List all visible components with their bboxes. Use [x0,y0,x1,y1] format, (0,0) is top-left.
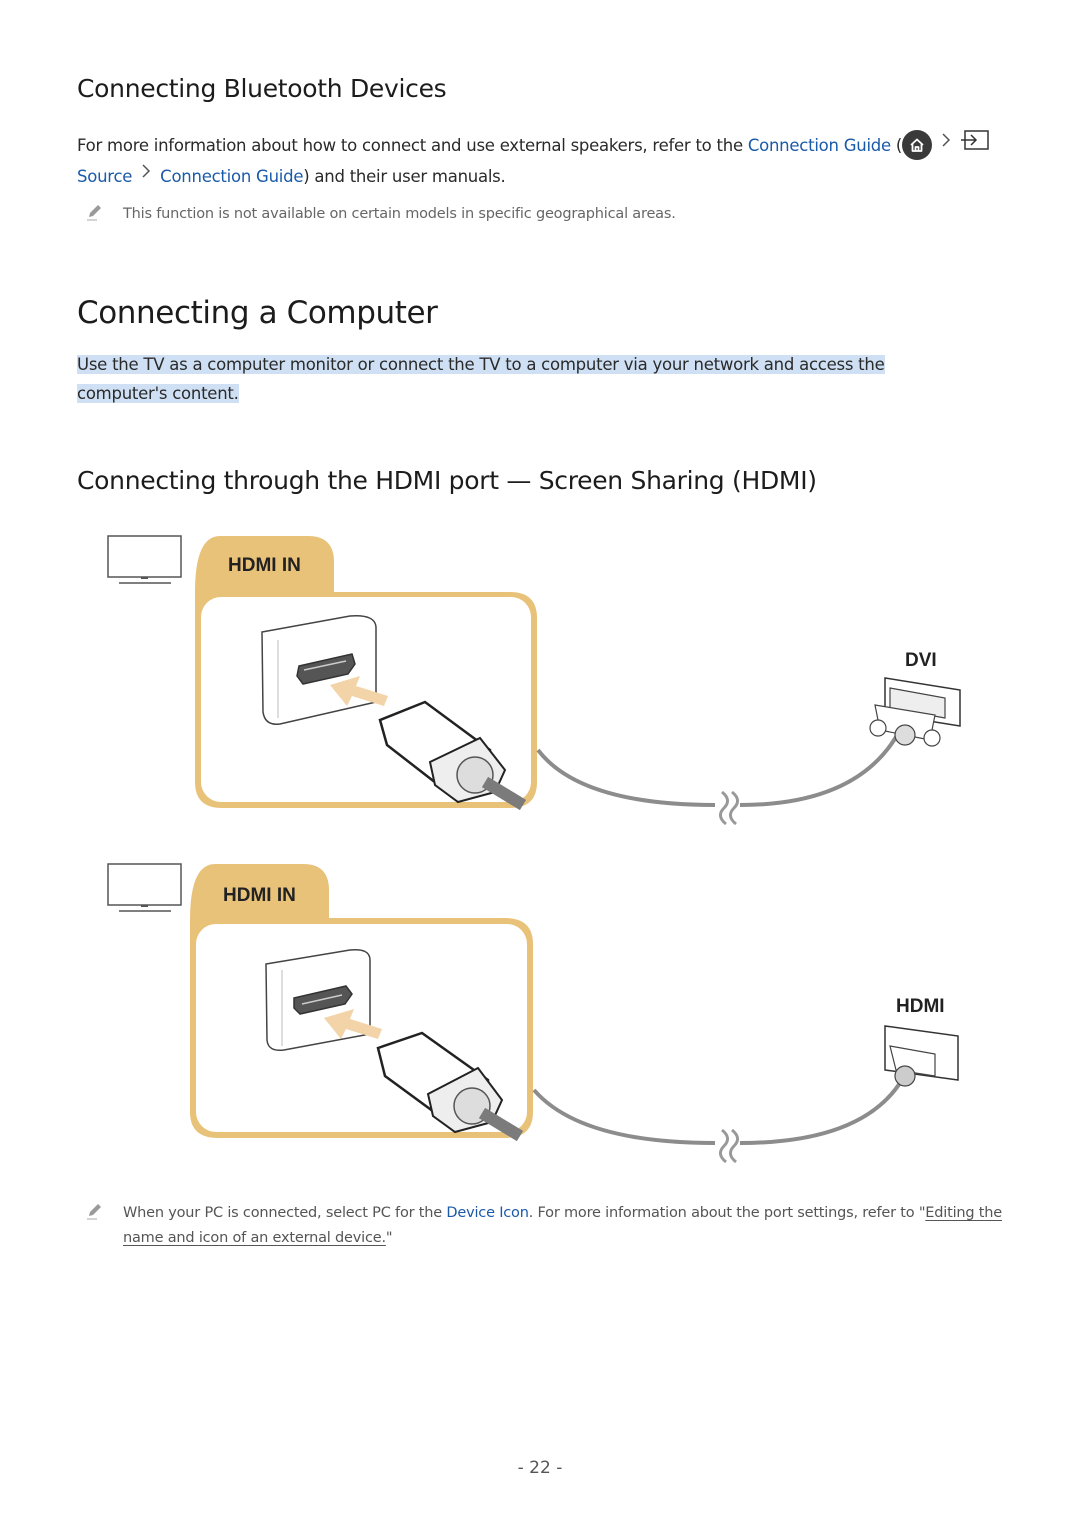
section-heading-bluetooth: Connecting Bluetooth Devices [77,74,447,103]
bluetooth-paragraph: For more information about how to connec… [77,129,997,192]
diagram-hdmi-to-hdmi: HDMI IN HDMI [100,858,980,1168]
pencil-note-icon [85,1201,105,1225]
source-path-link[interactable]: Source [77,167,132,186]
section-heading-computer: Connecting a Computer [77,295,438,331]
pc-connected-note: When your PC is connected, select PC for… [123,1201,1013,1251]
chevron-right-icon [137,161,155,190]
cable [739,1081,902,1145]
note-text: . For more information about the port se… [528,1205,926,1221]
note-text: When your PC is connected, select PC for… [123,1205,447,1221]
hdmi-connector [884,1025,959,1087]
paren-text: ( [890,136,903,155]
device-icon-link[interactable]: Device Icon [446,1205,529,1221]
highlighted-intro-text: Use the TV as a computer monitor or conn… [77,355,885,403]
note-text-end: " [385,1230,393,1246]
cable [532,1088,716,1145]
pencil-note-icon [85,202,105,226]
hdmi-in-label: HDMI IN [223,885,296,906]
cable-break-icon [719,790,739,826]
hdmi-in-label: HDMI IN [228,555,301,576]
tv-icon [107,535,182,584]
connection-guide-path-link[interactable]: Connection Guide [160,167,303,186]
cable [739,729,902,807]
home-icon [902,129,933,160]
paragraph-text-end: ) and their user manuals. [303,167,506,186]
diagram-hdmi-to-dvi: HDMI IN DVI [100,530,980,830]
dvi-connector [869,677,961,747]
tv-icon [107,863,182,912]
chevron-right-icon [937,130,955,159]
page-number: - 22 - [517,1458,563,1478]
hdmi-port [265,948,371,1052]
connection-guide-link[interactable]: Connection Guide [748,136,891,155]
computer-intro: Use the TV as a computer monitor or conn… [77,350,967,408]
section-heading-hdmi: Connecting through the HDMI port — Scree… [77,466,817,495]
hdmi-label: HDMI [896,996,945,1017]
dvi-label: DVI [905,650,937,671]
bluetooth-note: This function is not available on certai… [123,206,676,222]
source-input-icon [960,129,990,160]
cable-break-icon [719,1128,739,1164]
paragraph-text: For more information about how to connec… [77,136,748,155]
cable [536,748,716,807]
